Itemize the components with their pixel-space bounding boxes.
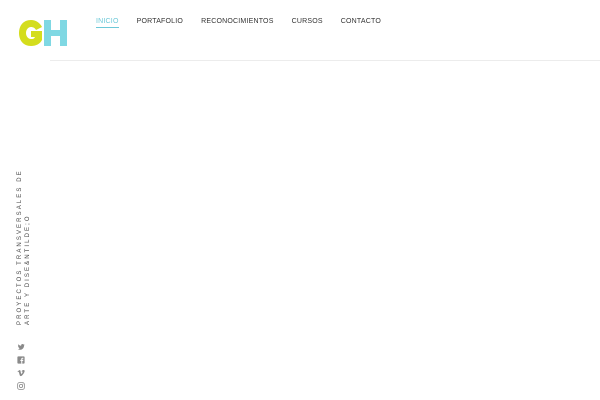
header-divider [50,60,600,61]
twitter-icon[interactable] [17,343,25,351]
nav-item-inicio[interactable]: INICIO [96,17,119,28]
page: INICIO PORTAFOLIO RECONOCIMIENTOS CURSOS… [0,0,600,400]
main-nav: INICIO PORTAFOLIO RECONOCIMIENTOS CURSOS… [96,17,399,28]
nav-item-contacto[interactable]: CONTACTO [341,17,381,26]
social-links [17,343,25,390]
nav-item-cursos[interactable]: CURSOS [292,17,323,26]
nav-item-reconocimientos[interactable]: RECONOCIMIENTOS [201,17,274,26]
tagline-text: PROYECTOS TRANSVERSALES DE ARTE Y DISE&N… [17,169,31,325]
facebook-icon[interactable] [17,356,25,364]
tagline-container: PROYECTOS TRANSVERSALES DE ARTE Y DISE&N… [16,145,34,325]
instagram-icon[interactable] [17,382,25,390]
logo-gh[interactable] [17,18,71,48]
vimeo-icon[interactable] [17,369,25,377]
nav-item-portafolio[interactable]: PORTAFOLIO [137,17,183,26]
